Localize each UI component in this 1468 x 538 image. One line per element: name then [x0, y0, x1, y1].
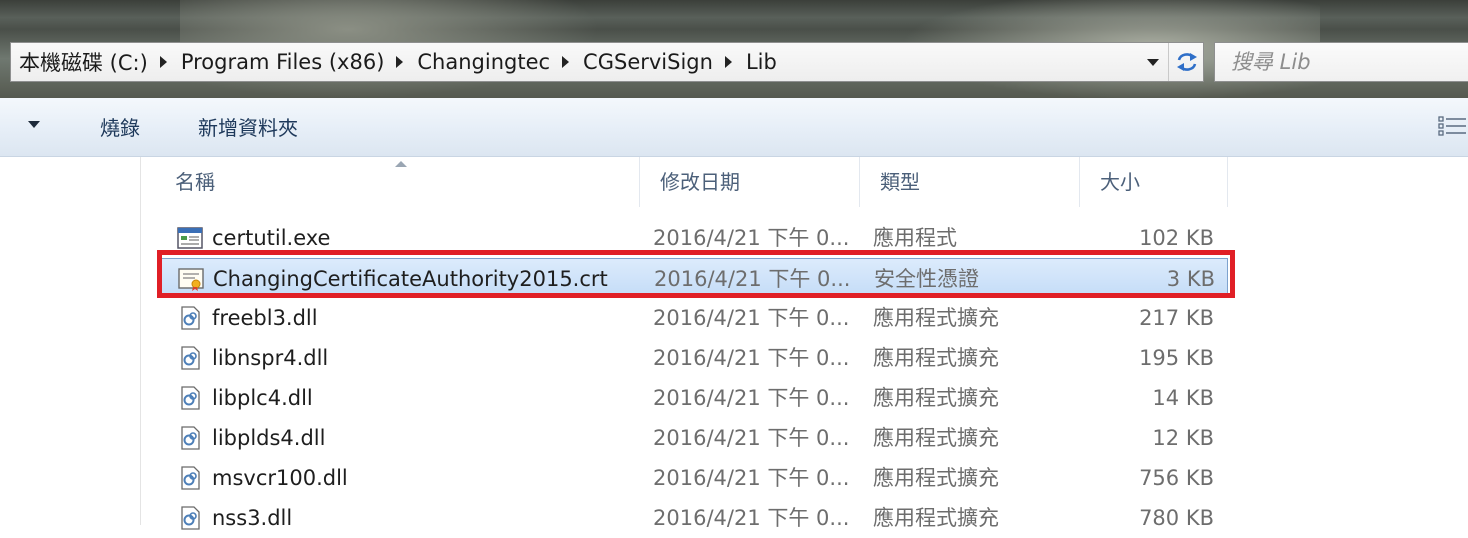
- file-name: libplc4.dll: [212, 386, 313, 410]
- breadcrumb-cgservisign[interactable]: CGServiSign: [577, 50, 740, 74]
- file-row[interactable]: libplc4.dll 2016/4/21 下午 0... 應用程式擴充 14 …: [160, 378, 1228, 418]
- file-name: libnspr4.dll: [212, 346, 329, 370]
- column-headers: 名稱 修改日期 類型 大小: [141, 157, 1468, 207]
- breadcrumb-label[interactable]: CGServiSign: [577, 50, 719, 74]
- file-type: 應用程式擴充: [873, 386, 999, 410]
- search-box[interactable]: [1214, 42, 1468, 82]
- file-date: 2016/4/21 下午 0...: [653, 426, 850, 450]
- file-size: 195 KB: [1139, 346, 1214, 370]
- file-row[interactable]: libnspr4.dll 2016/4/21 下午 0... 應用程式擴充 19…: [160, 338, 1228, 378]
- breadcrumb-program-files[interactable]: Program Files (x86): [175, 50, 412, 74]
- column-header-size[interactable]: 大小: [1080, 157, 1228, 207]
- file-date: 2016/4/21 下午 0...: [653, 386, 850, 410]
- dll-icon: [181, 386, 200, 410]
- column-label: 名稱: [175, 170, 215, 194]
- file-row[interactable]: libplds4.dll 2016/4/21 下午 0... 應用程式擴充 12…: [160, 418, 1228, 458]
- dll-icon: [181, 466, 200, 490]
- file-name: nss3.dll: [212, 506, 293, 530]
- dll-icon: [181, 506, 200, 530]
- highlight-annotation-box: [157, 250, 1235, 298]
- file-date: 2016/4/21 下午 0...: [653, 306, 850, 330]
- file-size: 780 KB: [1139, 506, 1214, 530]
- breadcrumb-label[interactable]: Program Files (x86): [175, 50, 391, 74]
- organize-dropdown-arrow[interactable]: [28, 121, 40, 128]
- chevron-right-icon[interactable]: [159, 56, 167, 68]
- file-name: libplds4.dll: [212, 426, 326, 450]
- file-name: freebl3.dll: [212, 306, 318, 330]
- dll-icon: [181, 346, 200, 370]
- breadcrumb-changingtec[interactable]: Changingtec: [411, 50, 577, 74]
- breadcrumb-label[interactable]: 本機磁碟 (C:): [11, 47, 154, 77]
- navigation-pane[interactable]: [0, 157, 141, 525]
- address-bar[interactable]: 本機磁碟 (C:) Program Files (x86) Changingte…: [10, 42, 1204, 82]
- file-type: 應用程式擴充: [873, 426, 999, 450]
- file-date: 2016/4/21 下午 0...: [653, 466, 850, 490]
- file-name: msvcr100.dll: [212, 466, 348, 490]
- change-view-icon[interactable]: [1437, 114, 1467, 138]
- file-size: 12 KB: [1152, 426, 1214, 450]
- file-row[interactable]: freebl3.dll 2016/4/21 下午 0... 應用程式擴充 217…: [160, 298, 1228, 338]
- dll-icon: [181, 426, 200, 450]
- refresh-icon: [1176, 53, 1197, 71]
- file-row[interactable]: msvcr100.dll 2016/4/21 下午 0... 應用程式擴充 75…: [160, 458, 1228, 498]
- file-row[interactable]: nss3.dll 2016/4/21 下午 0... 應用程式擴充 780 KB: [160, 498, 1228, 538]
- column-label: 類型: [880, 170, 920, 194]
- chevron-down-icon: [1147, 58, 1159, 66]
- breadcrumb-lib[interactable]: Lib: [740, 50, 783, 74]
- sort-ascending-icon: [395, 161, 407, 167]
- chevron-right-icon[interactable]: [562, 56, 570, 68]
- column-header-type[interactable]: 類型: [860, 157, 1080, 207]
- breadcrumb-label[interactable]: Lib: [740, 50, 783, 74]
- file-type: 應用程式擴充: [873, 346, 999, 370]
- address-bar-area: 本機磁碟 (C:) Program Files (x86) Changingte…: [0, 0, 1468, 98]
- address-history-dropdown[interactable]: [1139, 43, 1167, 81]
- file-type: 應用程式擴充: [873, 466, 999, 490]
- search-input[interactable]: [1215, 49, 1453, 75]
- chevron-right-icon[interactable]: [724, 56, 732, 68]
- breadcrumb-drive[interactable]: 本機磁碟 (C:): [11, 47, 175, 77]
- refresh-button[interactable]: [1168, 43, 1204, 81]
- file-date: 2016/4/21 下午 0...: [653, 346, 850, 370]
- column-header-date[interactable]: 修改日期: [640, 157, 860, 207]
- command-bar: 燒錄 新增資料夾: [0, 98, 1468, 157]
- file-date: 2016/4/21 下午 0...: [653, 506, 850, 530]
- new-folder-button[interactable]: 新增資料夾: [198, 112, 298, 141]
- file-size: 14 KB: [1152, 386, 1214, 410]
- file-type: 應用程式擴充: [873, 506, 999, 530]
- column-label: 修改日期: [660, 170, 740, 194]
- burn-button[interactable]: 燒錄: [100, 112, 140, 141]
- file-type: 應用程式擴充: [873, 306, 999, 330]
- file-size: 217 KB: [1139, 306, 1214, 330]
- exe-icon: [177, 227, 203, 249]
- file-size: 756 KB: [1139, 466, 1214, 490]
- column-label: 大小: [1100, 170, 1140, 194]
- breadcrumb-label[interactable]: Changingtec: [411, 50, 556, 74]
- chevron-right-icon[interactable]: [396, 56, 404, 68]
- dll-icon: [181, 306, 200, 330]
